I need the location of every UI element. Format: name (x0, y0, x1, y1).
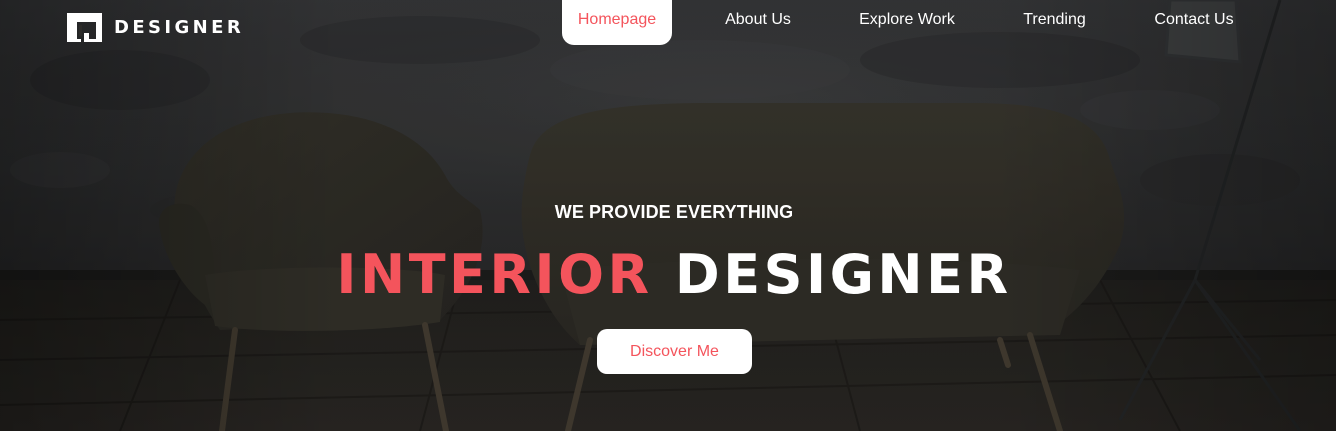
nav-item-homepage[interactable]: Homepage (562, 0, 672, 45)
hero-headline: INTERIOR DESIGNER (0, 243, 1336, 307)
hero-section: DESIGNER Homepage About Us Explore Work … (0, 0, 1336, 431)
discover-me-button[interactable]: Discover Me (597, 329, 752, 374)
nav-item-trending[interactable]: Trending (1006, 0, 1103, 40)
headline-rest-word: DESIGNER (674, 243, 1012, 306)
bookmark-window-logo-icon (67, 13, 102, 42)
nav-item-about-us[interactable]: About Us (707, 0, 809, 40)
hero-tagline: WE PROVIDE EVERYTHING (554, 202, 794, 222)
brand-name: DESIGNER (114, 17, 245, 38)
headline-accent-word: INTERIOR (336, 243, 653, 306)
brand-logo[interactable]: DESIGNER (67, 13, 244, 42)
top-navbar: DESIGNER Homepage About Us Explore Work … (0, 0, 1336, 50)
nav-item-contact-us[interactable]: Contact Us (1140, 0, 1248, 40)
nav-item-explore-work[interactable]: Explore Work (847, 0, 967, 40)
